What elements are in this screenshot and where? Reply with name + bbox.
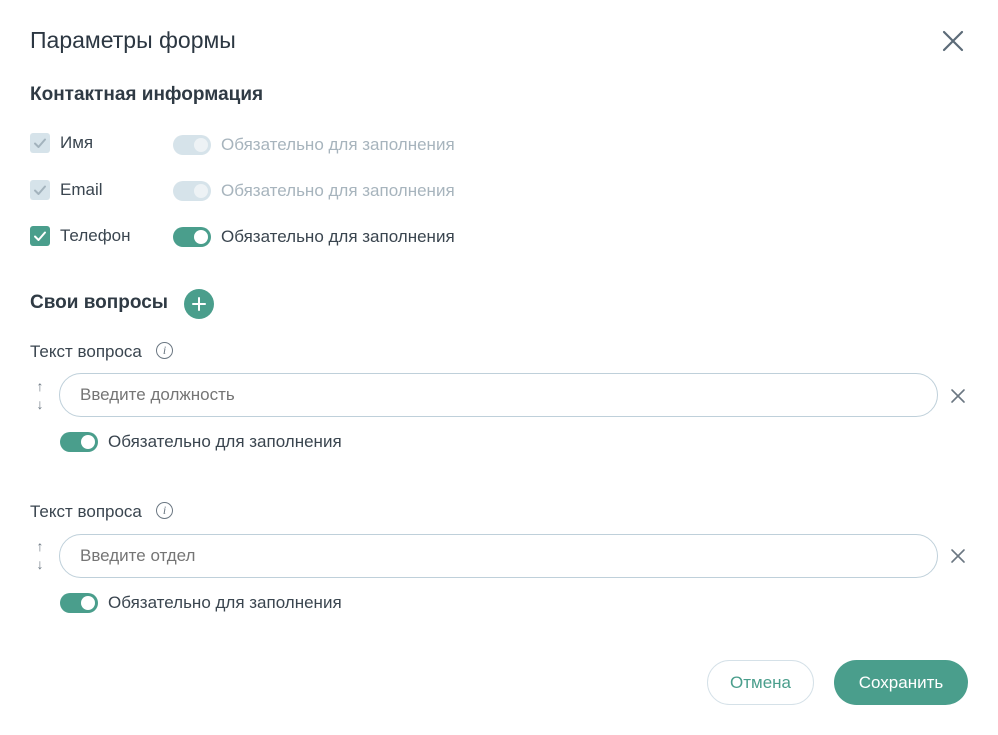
move-up-icon[interactable]: ↑ [33,377,47,395]
email-required-toggle[interactable] [173,181,211,201]
name-checkbox[interactable] [30,133,50,153]
question-label: Текст вопроса [30,502,142,521]
info-icon[interactable]: i [156,502,173,519]
info-icon[interactable]: i [156,342,173,359]
toggle-knob [194,138,208,152]
question-required-toggle[interactable] [60,593,98,613]
contact-section-title: Контактная информация [30,84,264,105]
email-checkbox[interactable] [30,180,50,200]
move-down-icon[interactable]: ↓ [33,395,47,413]
email-checkbox-label: Email [60,180,103,199]
question-required-label: Обязательно для заполнения [108,593,342,612]
phone-checkbox-label: Телефон [60,226,131,245]
toggle-knob [81,596,95,610]
toggle-knob [194,230,208,244]
name-required-label: Обязательно для заполнения [221,135,455,154]
remove-question-icon[interactable] [949,387,967,405]
move-up-icon[interactable]: ↑ [33,537,47,555]
phone-checkbox[interactable] [30,226,50,246]
question-required-toggle[interactable] [60,432,98,452]
question-text-input[interactable] [59,534,938,578]
save-button[interactable]: Сохранить [834,660,968,705]
custom-section-title: Свои вопросы [30,292,168,313]
close-icon[interactable] [938,26,968,56]
name-required-toggle[interactable] [173,135,211,155]
phone-required-label: Обязательно для заполнения [221,227,455,246]
reorder-arrows: ↑ ↓ [33,377,47,413]
question-label: Текст вопроса [30,342,142,361]
add-question-button[interactable] [184,289,214,319]
cancel-button[interactable]: Отмена [707,660,814,705]
dialog-title: Параметры формы [30,27,236,53]
email-required-label: Обязательно для заполнения [221,181,455,200]
reorder-arrows: ↑ ↓ [33,537,47,573]
toggle-knob [81,435,95,449]
toggle-knob [194,184,208,198]
name-checkbox-label: Имя [60,133,94,152]
move-down-icon[interactable]: ↓ [33,555,47,573]
question-text-input[interactable] [59,373,938,417]
question-required-label: Обязательно для заполнения [108,432,342,451]
phone-required-toggle[interactable] [173,227,211,247]
remove-question-icon[interactable] [949,547,967,565]
